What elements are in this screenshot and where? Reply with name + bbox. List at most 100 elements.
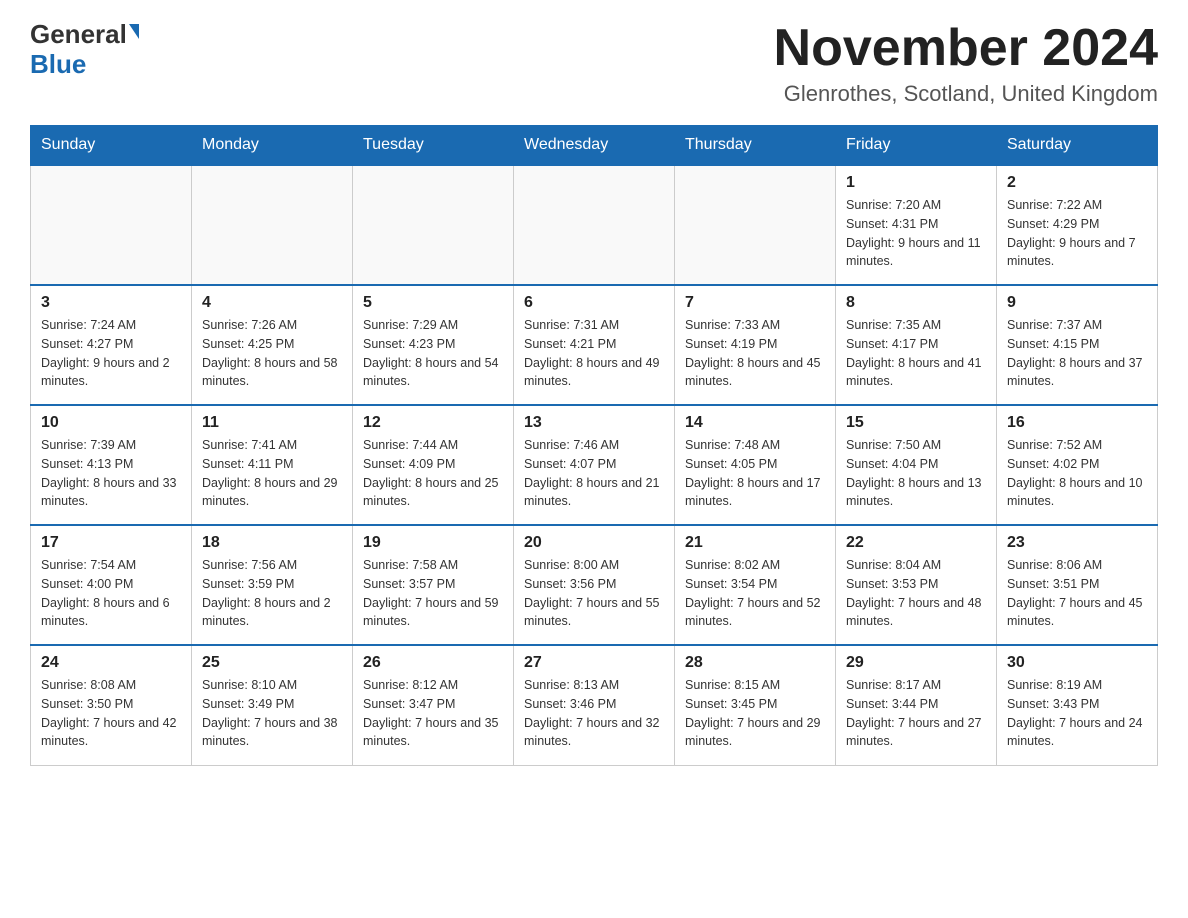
day-info: Sunrise: 7:35 AMSunset: 4:17 PMDaylight:… bbox=[846, 316, 986, 391]
day-info: Sunrise: 8:13 AMSunset: 3:46 PMDaylight:… bbox=[524, 676, 664, 751]
day-number: 2 bbox=[1007, 174, 1147, 192]
day-number: 22 bbox=[846, 534, 986, 552]
day-number: 13 bbox=[524, 414, 664, 432]
location-label: Glenrothes, Scotland, United Kingdom bbox=[774, 81, 1158, 107]
calendar-cell: 24Sunrise: 8:08 AMSunset: 3:50 PMDayligh… bbox=[31, 645, 192, 765]
day-number: 14 bbox=[685, 414, 825, 432]
page-header: General Blue November 2024 Glenrothes, S… bbox=[30, 20, 1158, 107]
calendar-cell bbox=[31, 165, 192, 285]
day-number: 8 bbox=[846, 294, 986, 312]
calendar-cell: 3Sunrise: 7:24 AMSunset: 4:27 PMDaylight… bbox=[31, 285, 192, 405]
day-number: 16 bbox=[1007, 414, 1147, 432]
week-row-3: 10 Sunrise: 7:39 AMSunset: 4:13 PMDayligh… bbox=[31, 405, 1158, 525]
day-info: Sunrise: 8:04 AMSunset: 3:53 PMDaylight:… bbox=[846, 556, 986, 631]
day-info: Sunrise: 7:44 AMSunset: 4:09 PMDaylight:… bbox=[363, 436, 503, 511]
header-tuesday: Tuesday bbox=[353, 126, 514, 166]
day-info: Sunrise: 8:19 AMSunset: 3:43 PMDaylight:… bbox=[1007, 676, 1147, 751]
day-info: Sunrise: 7:52 AMSunset: 4:02 PMDaylight:… bbox=[1007, 436, 1147, 511]
calendar-cell: 23 Sunrise: 8:06 AMSunset: 3:51 PMDayligh… bbox=[997, 525, 1158, 645]
calendar-cell: 21Sunrise: 8:02 AMSunset: 3:54 PMDayligh… bbox=[675, 525, 836, 645]
logo: General Blue bbox=[30, 20, 139, 80]
header-wednesday: Wednesday bbox=[514, 126, 675, 166]
day-info: Sunrise: 8:12 AMSunset: 3:47 PMDaylight:… bbox=[363, 676, 503, 751]
calendar-cell: 20 Sunrise: 8:00 AMSunset: 3:56 PMDayligh… bbox=[514, 525, 675, 645]
calendar-cell: 14 Sunrise: 7:48 AMSunset: 4:05 PMDayligh… bbox=[675, 405, 836, 525]
calendar-cell: 25 Sunrise: 8:10 AMSunset: 3:49 PMDayligh… bbox=[192, 645, 353, 765]
day-number: 23 bbox=[1007, 534, 1147, 552]
day-number: 21 bbox=[685, 534, 825, 552]
header-saturday: Saturday bbox=[997, 126, 1158, 166]
logo-general: General bbox=[30, 20, 139, 49]
calendar-cell: 30 Sunrise: 8:19 AMSunset: 3:43 PMDayligh… bbox=[997, 645, 1158, 765]
day-number: 18 bbox=[202, 534, 342, 552]
calendar-cell: 12 Sunrise: 7:44 AMSunset: 4:09 PMDayligh… bbox=[353, 405, 514, 525]
calendar-cell bbox=[675, 165, 836, 285]
calendar-cell: 5 Sunrise: 7:29 AMSunset: 4:23 PMDaylight… bbox=[353, 285, 514, 405]
day-number: 28 bbox=[685, 654, 825, 672]
day-number: 27 bbox=[524, 654, 664, 672]
calendar-cell: 28 Sunrise: 8:15 AMSunset: 3:45 PMDayligh… bbox=[675, 645, 836, 765]
day-number: 3 bbox=[41, 294, 181, 312]
day-info: Sunrise: 8:10 AMSunset: 3:49 PMDaylight:… bbox=[202, 676, 342, 751]
day-info: Sunrise: 7:58 AMSunset: 3:57 PMDaylight:… bbox=[363, 556, 503, 631]
calendar-cell bbox=[514, 165, 675, 285]
calendar-cell: 6 Sunrise: 7:31 AMSunset: 4:21 PMDaylight… bbox=[514, 285, 675, 405]
day-info: Sunrise: 7:26 AMSunset: 4:25 PMDaylight:… bbox=[202, 316, 342, 391]
day-number: 26 bbox=[363, 654, 503, 672]
day-info: Sunrise: 7:48 AMSunset: 4:05 PMDaylight:… bbox=[685, 436, 825, 511]
day-info: Sunrise: 8:17 AMSunset: 3:44 PMDaylight:… bbox=[846, 676, 986, 751]
calendar-cell: 1Sunrise: 7:20 AMSunset: 4:31 PMDaylight… bbox=[836, 165, 997, 285]
week-row-2: 3Sunrise: 7:24 AMSunset: 4:27 PMDaylight… bbox=[31, 285, 1158, 405]
day-info: Sunrise: 7:39 AMSunset: 4:13 PMDaylight:… bbox=[41, 436, 181, 511]
calendar-cell: 7Sunrise: 7:33 AMSunset: 4:19 PMDaylight… bbox=[675, 285, 836, 405]
day-info: Sunrise: 7:50 AMSunset: 4:04 PMDaylight:… bbox=[846, 436, 986, 511]
calendar-cell: 19 Sunrise: 7:58 AMSunset: 3:57 PMDayligh… bbox=[353, 525, 514, 645]
day-number: 17 bbox=[41, 534, 181, 552]
day-number: 20 bbox=[524, 534, 664, 552]
day-number: 5 bbox=[363, 294, 503, 312]
day-info: Sunrise: 8:00 AMSunset: 3:56 PMDaylight:… bbox=[524, 556, 664, 631]
day-number: 19 bbox=[363, 534, 503, 552]
calendar-header-row: Sunday Monday Tuesday Wednesday Thursday… bbox=[31, 126, 1158, 166]
day-info: Sunrise: 7:22 AMSunset: 4:29 PMDaylight:… bbox=[1007, 196, 1147, 271]
week-row-5: 24Sunrise: 8:08 AMSunset: 3:50 PMDayligh… bbox=[31, 645, 1158, 765]
day-info: Sunrise: 7:56 AMSunset: 3:59 PMDaylight:… bbox=[202, 556, 342, 631]
calendar-cell: 15 Sunrise: 7:50 AMSunset: 4:04 PMDayligh… bbox=[836, 405, 997, 525]
day-number: 1 bbox=[846, 174, 986, 192]
day-number: 7 bbox=[685, 294, 825, 312]
calendar-table: Sunday Monday Tuesday Wednesday Thursday… bbox=[30, 125, 1158, 766]
day-number: 4 bbox=[202, 294, 342, 312]
logo-blue: Blue bbox=[30, 49, 86, 80]
day-info: Sunrise: 7:31 AMSunset: 4:21 PMDaylight:… bbox=[524, 316, 664, 391]
day-info: Sunrise: 8:08 AMSunset: 3:50 PMDaylight:… bbox=[41, 676, 181, 751]
calendar-cell: 10 Sunrise: 7:39 AMSunset: 4:13 PMDayligh… bbox=[31, 405, 192, 525]
calendar-cell: 26 Sunrise: 8:12 AMSunset: 3:47 PMDayligh… bbox=[353, 645, 514, 765]
month-title: November 2024 bbox=[774, 20, 1158, 77]
calendar-cell: 29 Sunrise: 8:17 AMSunset: 3:44 PMDayligh… bbox=[836, 645, 997, 765]
day-number: 12 bbox=[363, 414, 503, 432]
header-monday: Monday bbox=[192, 126, 353, 166]
day-info: Sunrise: 8:15 AMSunset: 3:45 PMDaylight:… bbox=[685, 676, 825, 751]
day-number: 6 bbox=[524, 294, 664, 312]
day-info: Sunrise: 8:06 AMSunset: 3:51 PMDaylight:… bbox=[1007, 556, 1147, 631]
day-number: 15 bbox=[846, 414, 986, 432]
day-number: 11 bbox=[202, 414, 342, 432]
calendar-cell: 13 Sunrise: 7:46 AMSunset: 4:07 PMDayligh… bbox=[514, 405, 675, 525]
calendar-cell: 17 Sunrise: 7:54 AMSunset: 4:00 PMDayligh… bbox=[31, 525, 192, 645]
day-number: 25 bbox=[202, 654, 342, 672]
week-row-1: 1Sunrise: 7:20 AMSunset: 4:31 PMDaylight… bbox=[31, 165, 1158, 285]
calendar-cell: 22 Sunrise: 8:04 AMSunset: 3:53 PMDayligh… bbox=[836, 525, 997, 645]
day-number: 29 bbox=[846, 654, 986, 672]
day-info: Sunrise: 7:46 AMSunset: 4:07 PMDaylight:… bbox=[524, 436, 664, 511]
calendar-cell: 18 Sunrise: 7:56 AMSunset: 3:59 PMDayligh… bbox=[192, 525, 353, 645]
calendar-cell: 2 Sunrise: 7:22 AMSunset: 4:29 PMDaylight… bbox=[997, 165, 1158, 285]
week-row-4: 17 Sunrise: 7:54 AMSunset: 4:00 PMDayligh… bbox=[31, 525, 1158, 645]
calendar-cell bbox=[353, 165, 514, 285]
day-number: 10 bbox=[41, 414, 181, 432]
day-number: 30 bbox=[1007, 654, 1147, 672]
calendar-cell: 4 Sunrise: 7:26 AMSunset: 4:25 PMDaylight… bbox=[192, 285, 353, 405]
header-sunday: Sunday bbox=[31, 126, 192, 166]
day-info: Sunrise: 7:54 AMSunset: 4:00 PMDaylight:… bbox=[41, 556, 181, 631]
calendar-cell bbox=[192, 165, 353, 285]
day-info: Sunrise: 7:29 AMSunset: 4:23 PMDaylight:… bbox=[363, 316, 503, 391]
